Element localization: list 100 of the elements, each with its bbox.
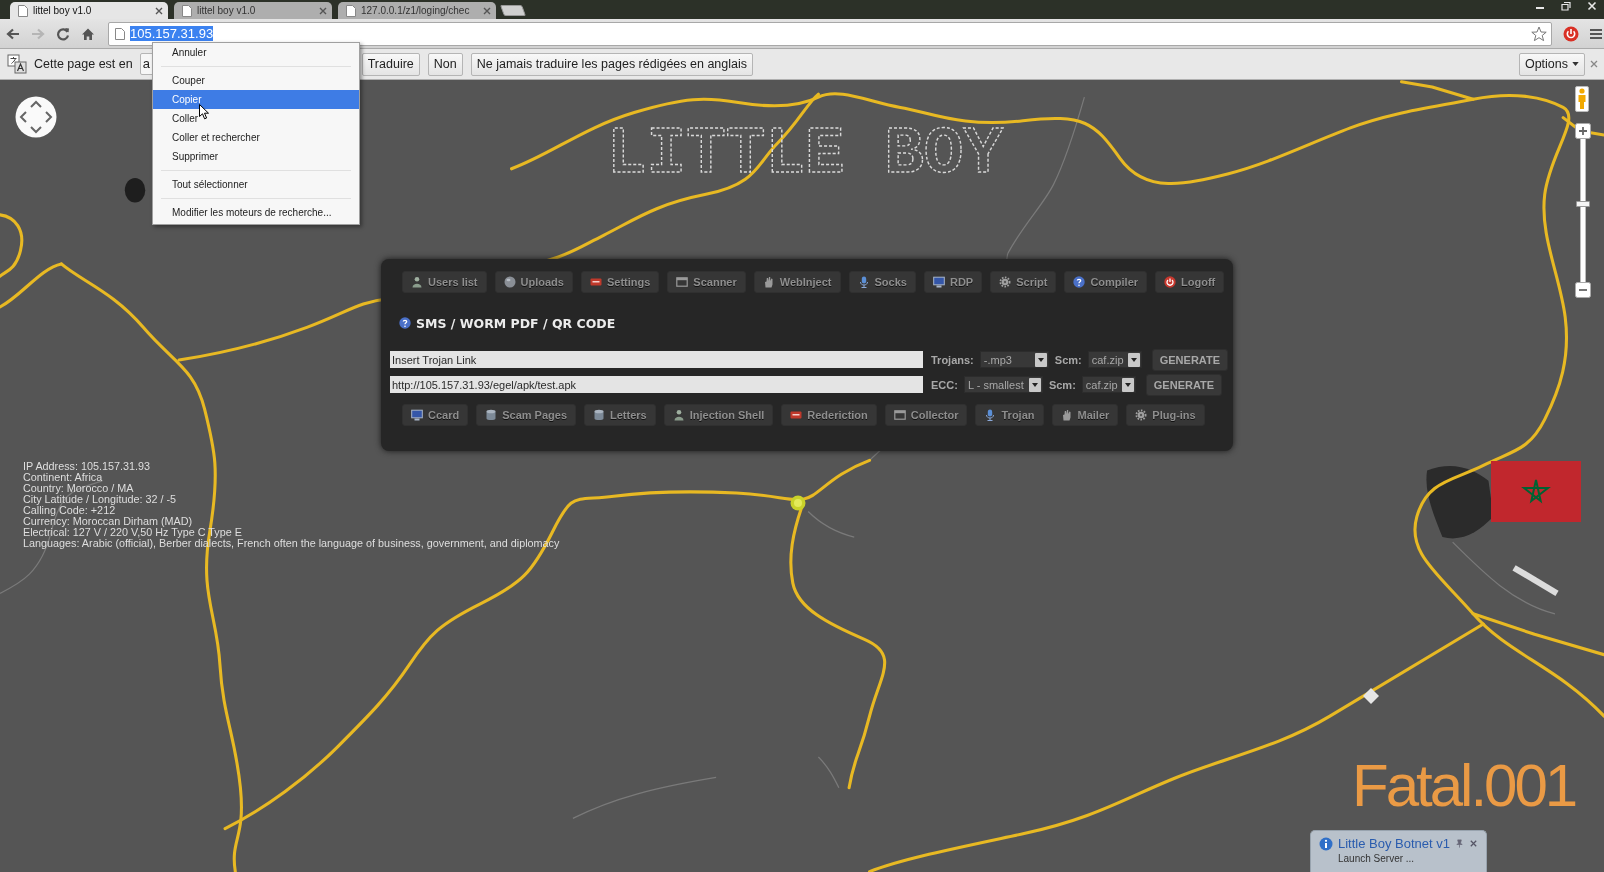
cursor-icon	[199, 104, 209, 120]
menu-item[interactable]: Copier	[153, 90, 359, 109]
hand-icon	[762, 276, 775, 288]
nav-button[interactable]: Plug-ins	[1126, 404, 1205, 426]
diamond-icon	[1363, 688, 1379, 704]
menu-item[interactable]: Coller	[153, 109, 359, 128]
field-label: Trojans:	[931, 353, 974, 366]
microphone-icon	[857, 276, 870, 288]
translate-bar-button[interactable]: Traduire	[361, 52, 420, 76]
info-line: Calling Code: +212	[23, 505, 116, 516]
browser-tab[interactable]: littel boy v1.0	[174, 2, 332, 19]
pin-icon[interactable]	[1455, 839, 1464, 848]
link-field[interactable]: Insert Trojan Link	[390, 351, 923, 368]
back-icon[interactable]	[6, 26, 20, 41]
menu-item[interactable]: Annuler	[153, 43, 359, 62]
generate-button[interactable]: GENERATE	[1151, 348, 1228, 371]
signature-text: Fatal.001	[1352, 756, 1576, 816]
nav-button[interactable]: Mailer	[1051, 404, 1119, 426]
menu-item[interactable]: Coller et rechercher	[153, 128, 359, 147]
gear-icon	[1135, 409, 1148, 421]
nav-button[interactable]: Rederiction	[781, 404, 877, 426]
nav-button[interactable]: Scam Pages	[476, 404, 576, 426]
menu-item[interactable]: Tout sélectionner	[153, 175, 359, 194]
no-entry-icon	[790, 409, 803, 421]
page-icon	[346, 4, 356, 17]
close-icon[interactable]	[155, 6, 163, 15]
help-icon	[1073, 276, 1086, 288]
notification-message: Launch Server ...	[1337, 853, 1416, 864]
field-label: Scm:	[1048, 378, 1076, 391]
nav-button[interactable]: Logoff	[1155, 271, 1225, 293]
info-icon	[1319, 836, 1333, 851]
info-line: City Latitude / Longitude: 32 / -5	[23, 494, 178, 505]
menu-icon[interactable]	[1590, 27, 1602, 40]
nav-button[interactable]: Letters	[584, 404, 656, 426]
translate-bar-button[interactable]: Ne jamais traduire les pages rédigées en anglais	[470, 52, 753, 76]
nav-button[interactable]: Uploads	[494, 271, 573, 293]
page-icon	[18, 4, 28, 17]
menu-item[interactable]: Supprimer	[153, 147, 359, 166]
info-line: IP Address: 105.157.31.93	[23, 461, 152, 472]
info-line: Continent: Africa	[23, 472, 104, 483]
link-field[interactable]: http://105.157.31.93/egel/apk/test.apk	[390, 376, 923, 393]
runway	[1512, 565, 1559, 596]
nav-button[interactable]: WebInject	[753, 271, 841, 293]
nav-button[interactable]: Collector	[884, 404, 968, 426]
info-line: Currency: Moroccan Dirham (MAD)	[23, 516, 193, 527]
new-tab-button[interactable]	[500, 5, 526, 16]
address-text: 105.157.31.93	[130, 26, 214, 41]
monitor-icon	[932, 276, 945, 288]
database-icon	[593, 409, 605, 421]
window-icon	[893, 409, 906, 421]
terrain-patch	[124, 178, 146, 203]
options-button[interactable]: Options	[1518, 52, 1585, 76]
info-line: Country: Morocco / MA	[23, 483, 134, 494]
nav-button[interactable]: Injection Shell	[663, 404, 774, 426]
translate-icon	[7, 54, 27, 74]
minor-road	[817, 756, 840, 789]
nav-button[interactable]: Settings	[580, 271, 660, 293]
caret-icon	[1127, 352, 1140, 367]
map-marker-icon[interactable]	[790, 495, 806, 511]
zoom-out-icon[interactable]	[1575, 282, 1591, 298]
window-icon	[676, 276, 689, 288]
nav-button[interactable]: Scanner	[667, 271, 746, 293]
nav-button[interactable]: Compiler	[1064, 271, 1148, 293]
zoom-slider-thumb[interactable]	[1576, 200, 1590, 207]
notification-title: Little Boy Botnet v1	[1338, 836, 1450, 851]
generate-button[interactable]: GENERATE	[1145, 373, 1223, 396]
menu-item[interactable]: Couper	[153, 71, 359, 90]
field-label: ECC:	[931, 378, 958, 391]
menu-item[interactable]: Modifier les moteurs de recherche...	[153, 203, 359, 222]
gear-icon	[999, 276, 1012, 288]
reload-icon[interactable]	[56, 26, 70, 41]
pan-icon[interactable]	[15, 96, 57, 138]
notification-popup[interactable]: Little Boy Botnet v1 Launch Server ...	[1310, 830, 1487, 872]
star-icon[interactable]	[1531, 25, 1547, 42]
browser-tab[interactable]: 127.0.0.1/z1/loging/chec	[338, 2, 496, 19]
zoom-in-icon[interactable]	[1575, 123, 1591, 139]
monitor-icon	[411, 409, 423, 421]
dropdown[interactable]: caf.zip	[1087, 351, 1142, 368]
help-icon	[399, 317, 411, 329]
nav-button[interactable]: Users list	[402, 271, 487, 293]
dropdown[interactable]: -.mp3	[979, 351, 1049, 368]
nav-button[interactable]: Trojan	[975, 404, 1044, 426]
nav-button[interactable]: Ccard	[402, 404, 469, 426]
translate-bar-button[interactable]: Non	[427, 52, 463, 76]
nav-button[interactable]: Socks	[848, 271, 916, 293]
restore-icon[interactable]	[1560, 1, 1572, 11]
caret-icon	[1034, 352, 1047, 367]
person-icon	[411, 276, 423, 288]
disc-icon	[503, 276, 516, 288]
browser-tab[interactable]: littel boy v1.0	[10, 2, 168, 19]
no-entry-icon	[589, 276, 602, 288]
hand-icon	[1060, 409, 1073, 421]
nav-button[interactable]: RDP	[923, 271, 983, 293]
power-icon[interactable]	[1563, 25, 1579, 42]
dropdown[interactable]: L - smallest	[963, 376, 1043, 393]
address-field[interactable]: 105.157.31.93	[108, 21, 1552, 46]
nav-button[interactable]: Script	[990, 271, 1057, 293]
home-icon[interactable]	[81, 26, 95, 41]
dropdown[interactable]: caf.zip	[1081, 376, 1136, 393]
power-icon	[1164, 276, 1177, 288]
